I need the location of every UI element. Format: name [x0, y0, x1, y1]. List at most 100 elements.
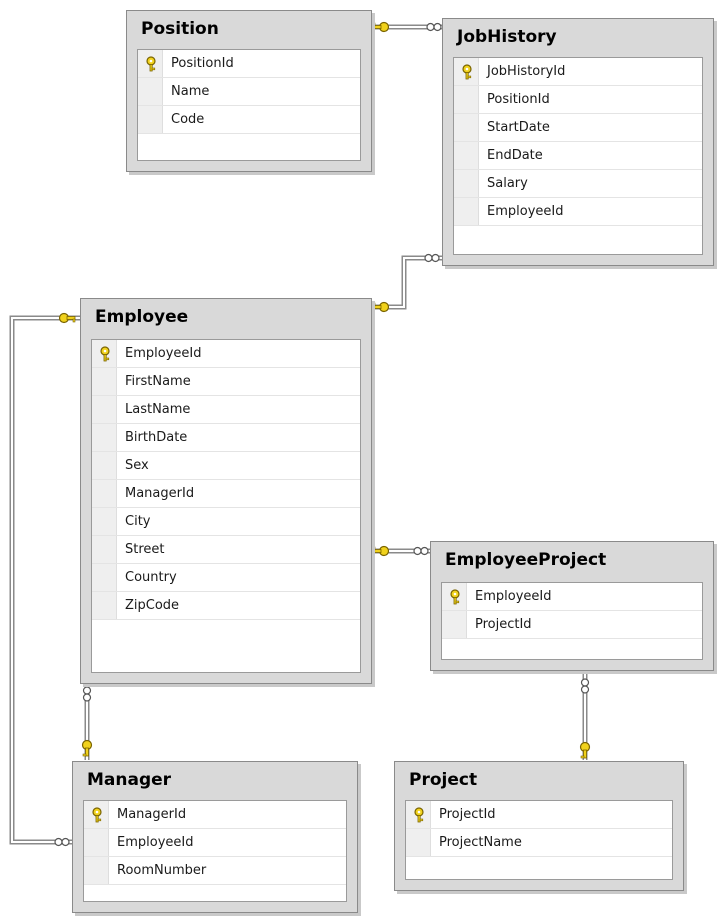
column-row[interactable]: ZipCode — [92, 592, 360, 620]
row-selector[interactable] — [454, 142, 479, 169]
column-row[interactable]: EmployeeId — [442, 583, 702, 611]
column-row[interactable]: EndDate — [454, 142, 702, 170]
relationship-employee-jobhistory[interactable] — [372, 253, 442, 313]
column-name: StartDate — [487, 120, 550, 135]
column-row[interactable]: Name — [138, 78, 360, 106]
primary-key-icon — [92, 807, 102, 823]
row-selector[interactable] — [84, 857, 109, 884]
row-selector[interactable] — [138, 78, 163, 105]
row-selector[interactable] — [92, 424, 117, 451]
column-row[interactable]: PositionId — [454, 86, 702, 114]
row-selector[interactable] — [84, 829, 109, 856]
column-row[interactable]: Sex — [92, 452, 360, 480]
table-title: Manager — [87, 770, 172, 790]
row-selector[interactable] — [92, 508, 117, 535]
column-name: Code — [171, 112, 205, 127]
column-grid: PositionId Name Code — [137, 49, 361, 161]
relationship-employee-manager-employeeid[interactable] — [81, 683, 93, 760]
row-selector[interactable] — [138, 106, 163, 133]
column-row[interactable]: ManagerId — [92, 480, 360, 508]
column-name: ProjectId — [439, 807, 496, 822]
primary-key-end-icon — [372, 21, 390, 33]
row-selector[interactable] — [454, 170, 479, 197]
column-row[interactable]: Salary — [454, 170, 702, 198]
column-row[interactable]: ManagerId — [84, 801, 346, 829]
table-manager[interactable]: Manager ManagerId EmployeeId RoomNumber — [72, 761, 358, 913]
column-row[interactable]: RoomNumber — [84, 857, 346, 885]
table-project[interactable]: Project ProjectId ProjectName — [394, 761, 684, 891]
primary-key-icon — [100, 346, 110, 362]
column-row[interactable]: PositionId — [138, 50, 360, 78]
column-name: Name — [171, 84, 210, 99]
row-selector[interactable] — [92, 592, 117, 619]
column-row[interactable]: JobHistoryId — [454, 58, 702, 86]
primary-key-icon — [450, 589, 460, 605]
column-grid: JobHistoryId PositionId StartDate EndDate Sa… — [453, 57, 703, 255]
column-row[interactable]: City — [92, 508, 360, 536]
table-title: Position — [141, 19, 219, 39]
row-selector[interactable] — [454, 86, 479, 113]
column-row[interactable]: LastName — [92, 396, 360, 424]
column-row[interactable]: Country — [92, 564, 360, 592]
column-row[interactable]: EmployeeId — [84, 829, 346, 857]
primary-key-icon — [414, 807, 424, 823]
column-row[interactable]: FirstName — [92, 368, 360, 396]
column-name: ProjectName — [439, 835, 522, 850]
column-row[interactable]: Code — [138, 106, 360, 134]
column-name: BirthDate — [125, 430, 188, 445]
relationship-position-jobhistory[interactable] — [372, 21, 442, 33]
row-selector[interactable] — [92, 340, 117, 367]
column-name: PositionId — [171, 56, 234, 71]
primary-key-end-icon — [372, 301, 390, 313]
column-name: JobHistoryId — [487, 64, 566, 79]
primary-key-end-icon — [81, 739, 93, 757]
row-selector[interactable] — [406, 829, 431, 856]
row-selector[interactable] — [454, 58, 479, 85]
table-title: EmployeeProject — [445, 550, 607, 570]
column-name: EmployeeId — [125, 346, 202, 361]
column-name: EmployeeId — [487, 204, 564, 219]
column-name: Country — [125, 570, 177, 585]
table-employeeproject[interactable]: EmployeeProject EmployeeId ProjectId — [430, 541, 714, 671]
row-selector[interactable] — [442, 583, 467, 610]
row-selector[interactable] — [92, 452, 117, 479]
column-name: Street — [125, 542, 165, 557]
column-row[interactable]: Street — [92, 536, 360, 564]
table-title: Employee — [95, 307, 189, 327]
row-selector[interactable] — [92, 396, 117, 423]
column-name: Salary — [487, 176, 528, 191]
primary-key-end-icon — [58, 312, 76, 324]
column-grid: ManagerId EmployeeId RoomNumber — [83, 800, 347, 902]
row-selector[interactable] — [138, 50, 163, 77]
table-position[interactable]: Position PositionId Name Code — [126, 10, 372, 172]
column-row[interactable]: ProjectId — [442, 611, 702, 639]
row-selector[interactable] — [454, 114, 479, 141]
column-row[interactable]: StartDate — [454, 114, 702, 142]
row-selector[interactable] — [454, 198, 479, 225]
column-row[interactable]: ProjectName — [406, 829, 672, 857]
column-name: Sex — [125, 458, 149, 473]
table-title: JobHistory — [457, 27, 557, 47]
row-selector[interactable] — [92, 368, 117, 395]
row-selector[interactable] — [84, 801, 109, 828]
row-selector[interactable] — [406, 801, 431, 828]
column-row[interactable]: BirthDate — [92, 424, 360, 452]
column-grid: ProjectId ProjectName — [405, 800, 673, 880]
column-row[interactable]: ProjectId — [406, 801, 672, 829]
row-selector[interactable] — [442, 611, 467, 638]
table-jobhistory[interactable]: JobHistory JobHistoryId PositionId StartDa… — [442, 18, 714, 266]
column-name: ZipCode — [125, 598, 180, 613]
column-name: City — [125, 514, 151, 529]
table-title: Project — [409, 770, 478, 790]
table-employee[interactable]: Employee EmployeeId FirstName LastName Birt… — [80, 298, 372, 684]
relationship-manager-employee-managerid[interactable] — [9, 312, 80, 847]
column-row[interactable]: EmployeeId — [92, 340, 360, 368]
row-selector[interactable] — [92, 536, 117, 563]
column-row[interactable]: EmployeeId — [454, 198, 702, 226]
relationship-employee-employeeproject[interactable] — [372, 545, 430, 557]
row-selector[interactable] — [92, 480, 117, 507]
column-name: ProjectId — [475, 617, 532, 632]
primary-key-end-icon — [372, 545, 390, 557]
relationship-project-employeeproject[interactable] — [579, 670, 591, 760]
row-selector[interactable] — [92, 564, 117, 591]
